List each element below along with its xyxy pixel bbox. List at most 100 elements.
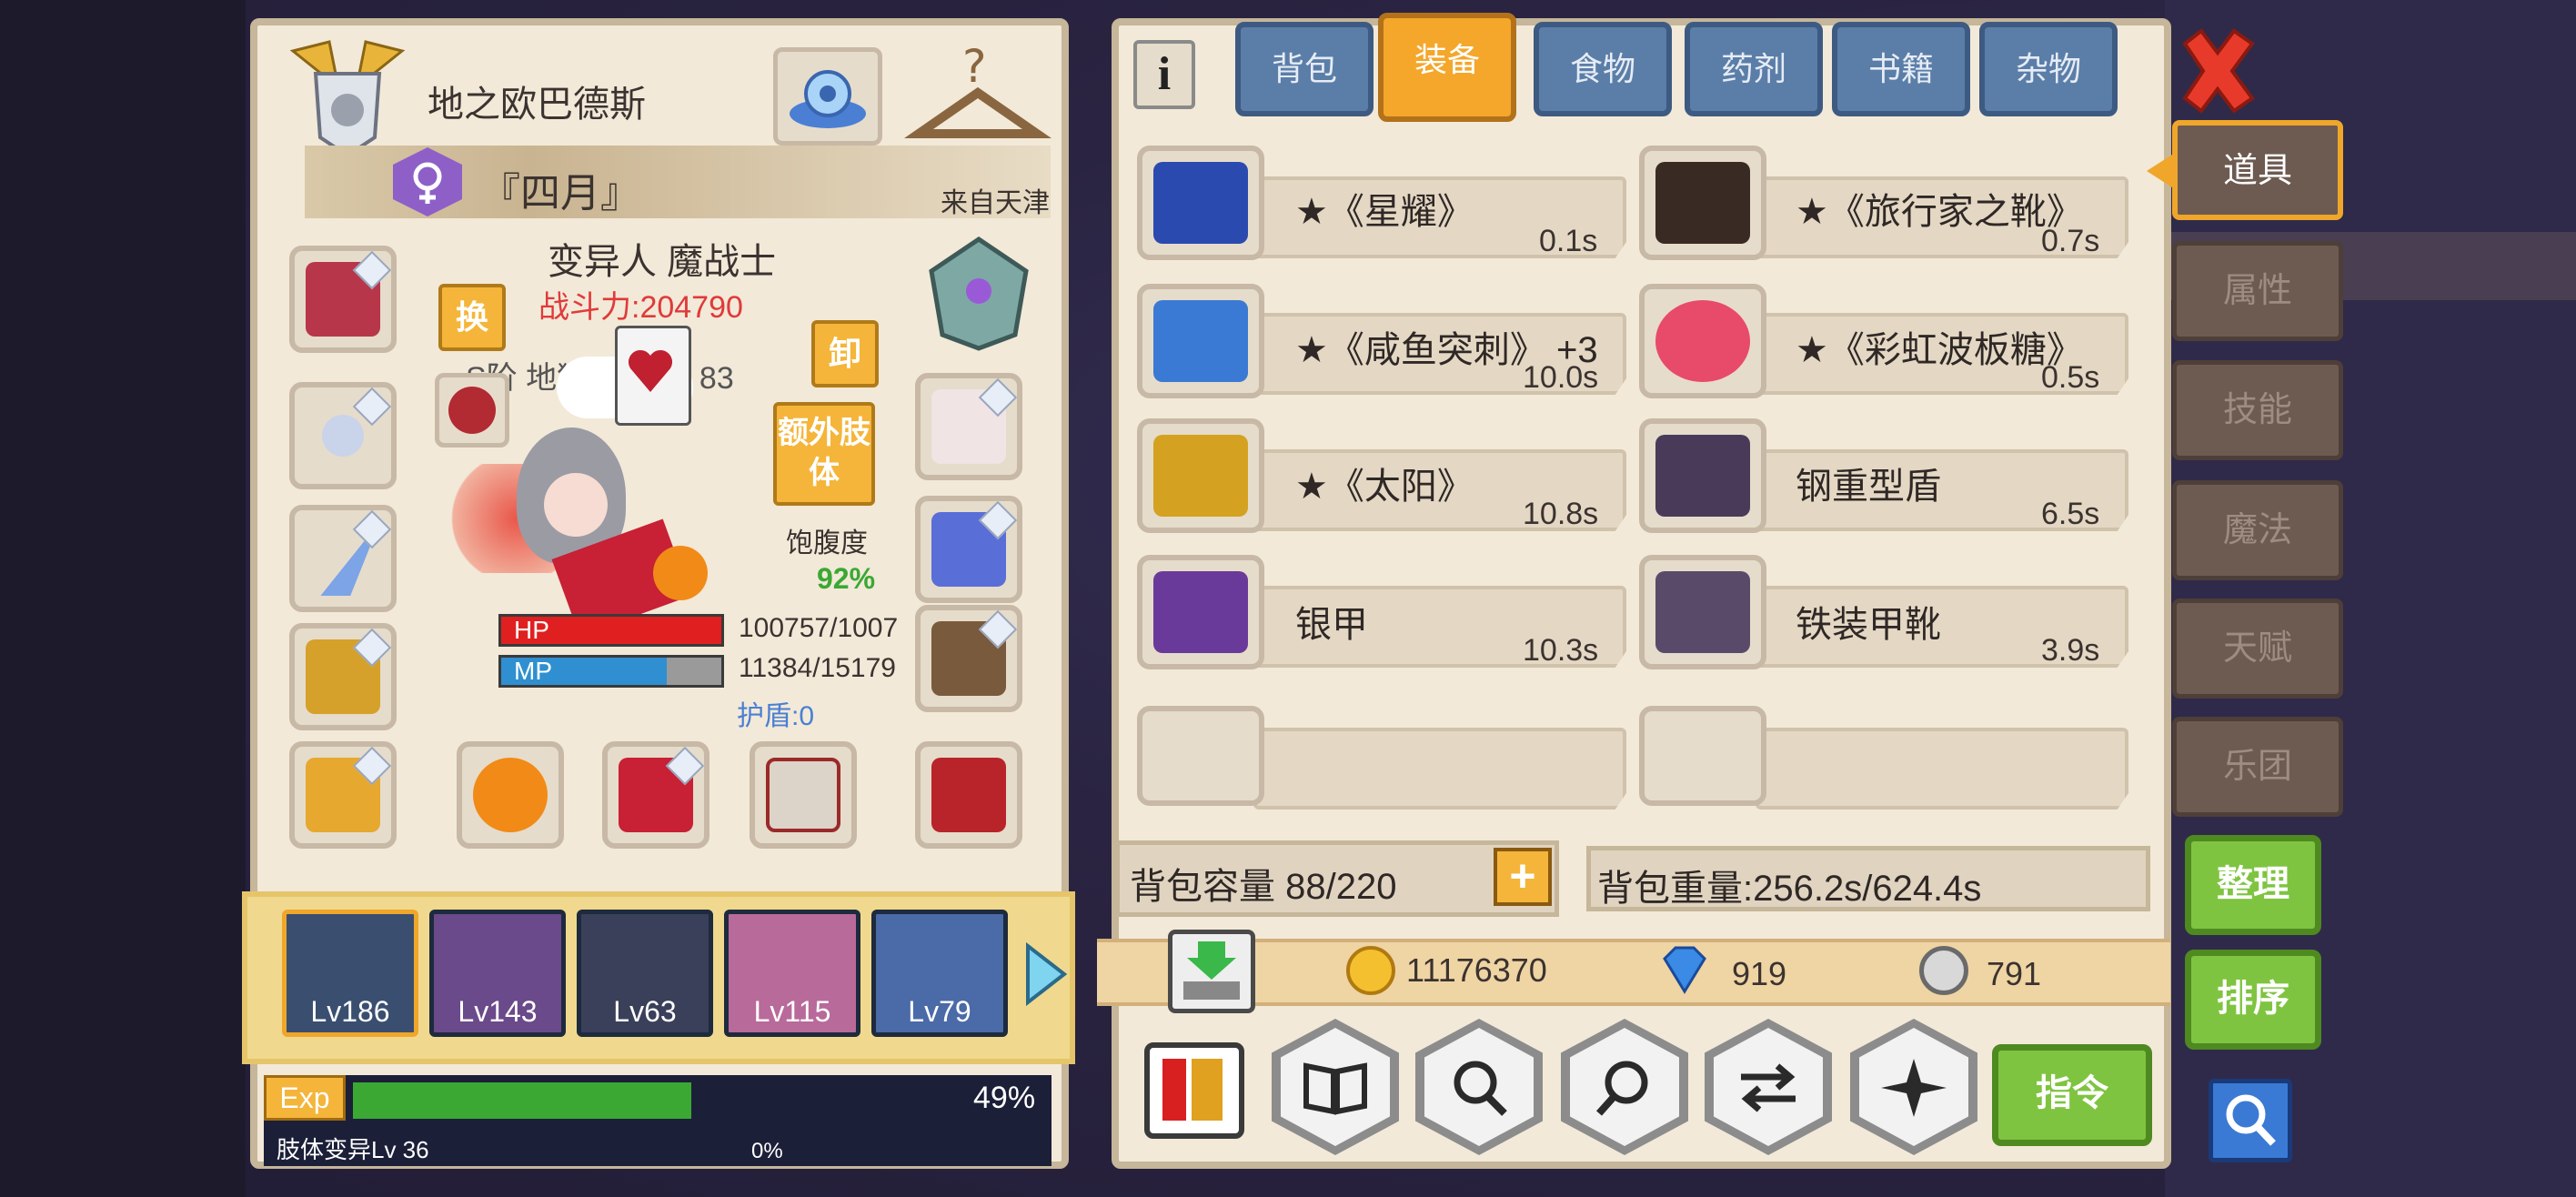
item-slot[interactable] — [1137, 418, 1264, 533]
gem-emblem-icon — [924, 235, 1033, 353]
heavy-shield-icon — [1655, 435, 1750, 517]
search-button[interactable] — [2209, 1079, 2292, 1162]
combat-power: 战斗力:204790 — [538, 290, 743, 325]
equip-slot-head[interactable] — [289, 246, 397, 353]
character-title: 地之欧巴德斯 — [428, 85, 646, 125]
crystal-button[interactable] — [773, 47, 882, 146]
party-next-arrow-icon[interactable] — [1022, 942, 1068, 1006]
item-slot[interactable] — [1639, 146, 1766, 260]
equip-slot-belt[interactable] — [289, 741, 397, 849]
equip-slot-offhand[interactable] — [457, 741, 564, 849]
satiety-label: 饱腹度 — [786, 528, 868, 558]
search-icon — [2226, 1094, 2276, 1146]
party-member[interactable]: Lv79 — [871, 910, 1008, 1037]
lollipop-icon — [1655, 300, 1750, 382]
swap-button[interactable]: 换 — [438, 284, 506, 351]
item-slot[interactable] — [1639, 418, 1766, 533]
hanger-icon[interactable]: ? — [901, 38, 1055, 147]
item-name: 钢重型盾 — [1796, 467, 1941, 507]
side-tab-items[interactable]: 道具 — [2172, 120, 2343, 220]
equip-slot-armor[interactable] — [289, 623, 397, 730]
book-icon — [1303, 1062, 1367, 1115]
shield-value: 护盾:0 — [737, 701, 815, 731]
empty-item-slot[interactable] — [1639, 706, 1766, 806]
item-name: ★《彩虹波板糖》 — [1796, 330, 2083, 370]
party-member-level: Lv115 — [753, 995, 831, 1028]
numbered-list-button[interactable] — [1144, 1042, 1244, 1139]
side-tab-band[interactable]: 乐团 — [2172, 717, 2343, 817]
tab-equipment[interactable]: 装备 — [1378, 13, 1516, 122]
equip-slot-relic[interactable] — [915, 741, 1022, 849]
organize-button[interactable]: 整理 — [2185, 835, 2321, 935]
tab-potion[interactable]: 药剂 — [1685, 22, 1823, 116]
equip-slot-ring[interactable] — [915, 373, 1022, 480]
character-sprite — [444, 409, 735, 646]
equip-slot-accessory[interactable] — [915, 496, 1022, 603]
exp-bar — [353, 1082, 1044, 1119]
gem-icon — [352, 509, 392, 549]
item-weight: 10.8s — [1523, 497, 1599, 531]
necklace-icon — [322, 415, 364, 457]
equip-slot-necklace[interactable] — [289, 382, 397, 489]
storage-button[interactable] — [1168, 930, 1255, 1013]
item-weight: 10.3s — [1523, 633, 1599, 668]
side-tab-magic[interactable]: 魔法 — [2172, 480, 2343, 580]
sort-button[interactable]: 排序 — [2185, 950, 2321, 1050]
exp-fill — [353, 1082, 692, 1119]
mp-value: 11384/15179 — [739, 653, 896, 683]
party-member[interactable]: Lv143 — [429, 910, 566, 1037]
ordered-list-icon — [1162, 1059, 1223, 1121]
mp-bar: MP — [498, 655, 724, 688]
equip-slot-wing[interactable] — [289, 505, 397, 612]
tab-books[interactable]: 书籍 — [1832, 22, 1970, 116]
hp-bar: HP — [498, 614, 724, 647]
party-member-level: Lv186 — [310, 995, 390, 1028]
face-icon — [544, 473, 608, 537]
equip-slot-pet[interactable] — [915, 605, 1022, 712]
side-tab-attributes[interactable]: 属性 — [2172, 241, 2343, 341]
item-weight: 10.0s — [1523, 360, 1599, 395]
expand-bag-button[interactable]: + — [1494, 848, 1552, 906]
extra-limb-button[interactable]: 额外肢体 — [773, 402, 875, 506]
command-button[interactable]: 指令 — [1992, 1044, 2152, 1146]
item-slot[interactable] — [1137, 284, 1264, 398]
close-icon[interactable] — [2176, 27, 2259, 115]
left-background — [0, 0, 246, 1197]
bow-icon — [766, 758, 840, 832]
bag-capacity: 背包容量 88/220 — [1130, 867, 1397, 907]
item-weight: 6.5s — [2041, 497, 2100, 531]
item-slot[interactable] — [1137, 555, 1264, 669]
item-slot[interactable] — [1639, 555, 1766, 669]
guild-emblem-icon — [289, 40, 406, 158]
iron-boots-icon — [1655, 571, 1750, 653]
party-member[interactable]: Lv186 — [282, 910, 418, 1037]
side-tab-skills[interactable]: 技能 — [2172, 360, 2343, 460]
side-tab-talent[interactable]: 天赋 — [2172, 598, 2343, 699]
swordfish-icon — [1153, 300, 1248, 382]
info-button[interactable]: i — [1133, 40, 1195, 109]
silver-armor-icon — [1153, 571, 1248, 653]
tab-misc[interactable]: 杂物 — [1979, 22, 2118, 116]
tab-backpack[interactable]: 背包 — [1235, 22, 1374, 116]
party-member-level: Lv79 — [908, 995, 971, 1028]
pumpkin-weapon-icon — [473, 758, 548, 832]
gold-coin-icon — [1346, 946, 1395, 995]
empty-item-row[interactable] — [1253, 728, 1626, 810]
empty-item-slot[interactable] — [1137, 706, 1264, 806]
equip-slot-bow[interactable] — [750, 741, 857, 849]
item-slot[interactable] — [1639, 284, 1766, 398]
cape-icon — [1153, 162, 1248, 244]
svg-text:?: ? — [962, 40, 987, 93]
limb-mutation-level: 肢体变异Lv 36 — [277, 1136, 429, 1163]
unequip-button[interactable]: 卸 — [811, 320, 879, 387]
tab-food[interactable]: 食物 — [1534, 22, 1672, 116]
party-member[interactable]: Lv63 — [577, 910, 713, 1037]
exp-percent: 49% — [973, 1081, 1036, 1115]
swap-arrows-icon — [1741, 1063, 1796, 1112]
party-member[interactable]: Lv115 — [724, 910, 860, 1037]
item-slot[interactable] — [1137, 146, 1264, 260]
sun-shield-icon — [1153, 435, 1248, 517]
mp-label: MP — [514, 657, 552, 685]
empty-item-row[interactable] — [1756, 728, 2128, 810]
equip-slot-mainhand[interactable] — [602, 741, 709, 849]
